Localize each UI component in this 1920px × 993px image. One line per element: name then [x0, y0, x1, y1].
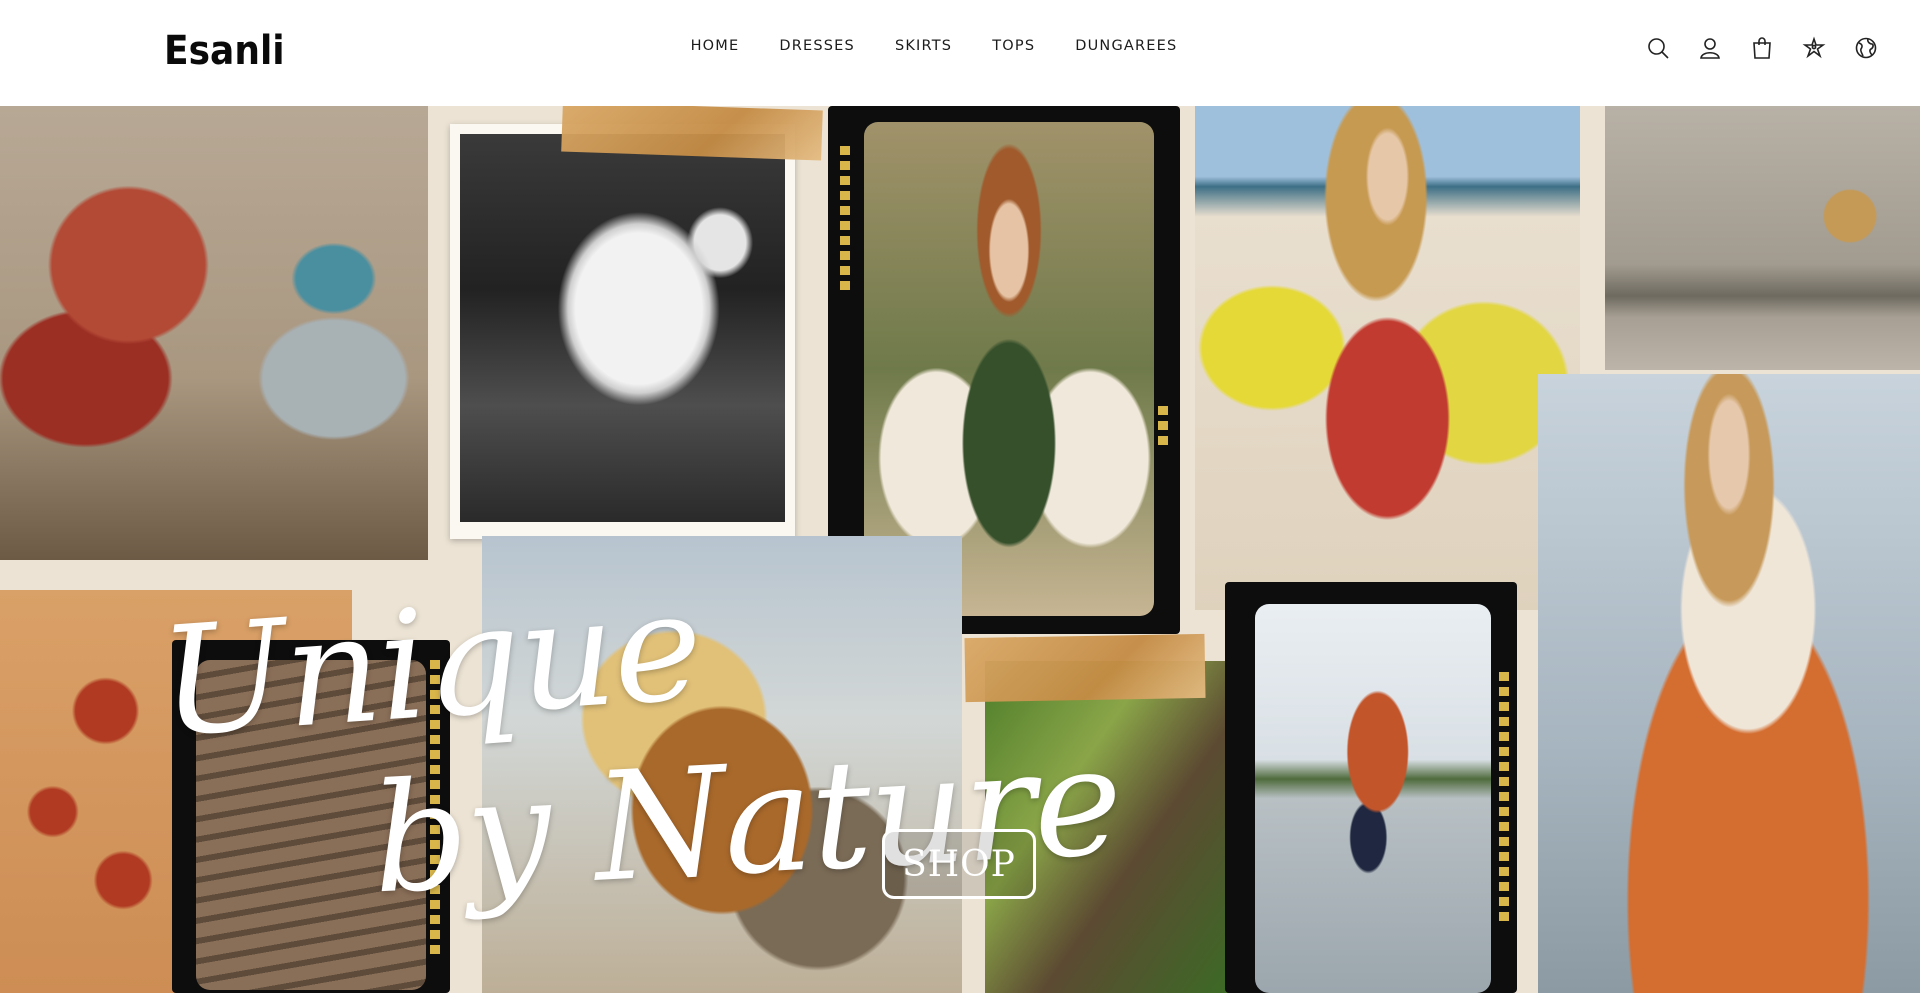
site-header: Esanli HOME DRESSES SKIRTS TOPS DUNGAREE… [0, 0, 1920, 106]
nav-skirts[interactable]: SKIRTS [895, 38, 952, 54]
film-frame-sailboat [1225, 582, 1517, 993]
hero-collage: Unique by Nature SHOP [0, 106, 1920, 993]
photo-artisans [0, 106, 428, 560]
photo-checked-dress [1195, 106, 1580, 610]
nav-tops[interactable]: TOPS [992, 38, 1035, 54]
photo-cow [460, 134, 785, 522]
nav-dungarees[interactable]: DUNGAREES [1075, 38, 1177, 54]
main-nav: HOME DRESSES SKIRTS TOPS DUNGAREES [0, 38, 1920, 54]
photo-orange-skirt [1538, 374, 1920, 993]
tape-strip [964, 633, 1206, 703]
nav-home[interactable]: HOME [691, 38, 740, 54]
globe-icon[interactable] [1854, 36, 1878, 60]
star-sticker-icon[interactable] [1802, 36, 1826, 60]
account-icon[interactable] [1698, 36, 1722, 60]
photo-cow-frame [450, 124, 795, 539]
photo-sailboat [1255, 604, 1491, 993]
shop-button[interactable]: SHOP [882, 829, 1036, 899]
tape-strip [561, 106, 823, 161]
hero-title-line1: Unique [154, 559, 706, 771]
bag-icon[interactable] [1750, 36, 1774, 60]
search-icon[interactable] [1646, 36, 1670, 60]
nav-dresses[interactable]: DRESSES [779, 38, 855, 54]
header-icons [1646, 36, 1878, 60]
